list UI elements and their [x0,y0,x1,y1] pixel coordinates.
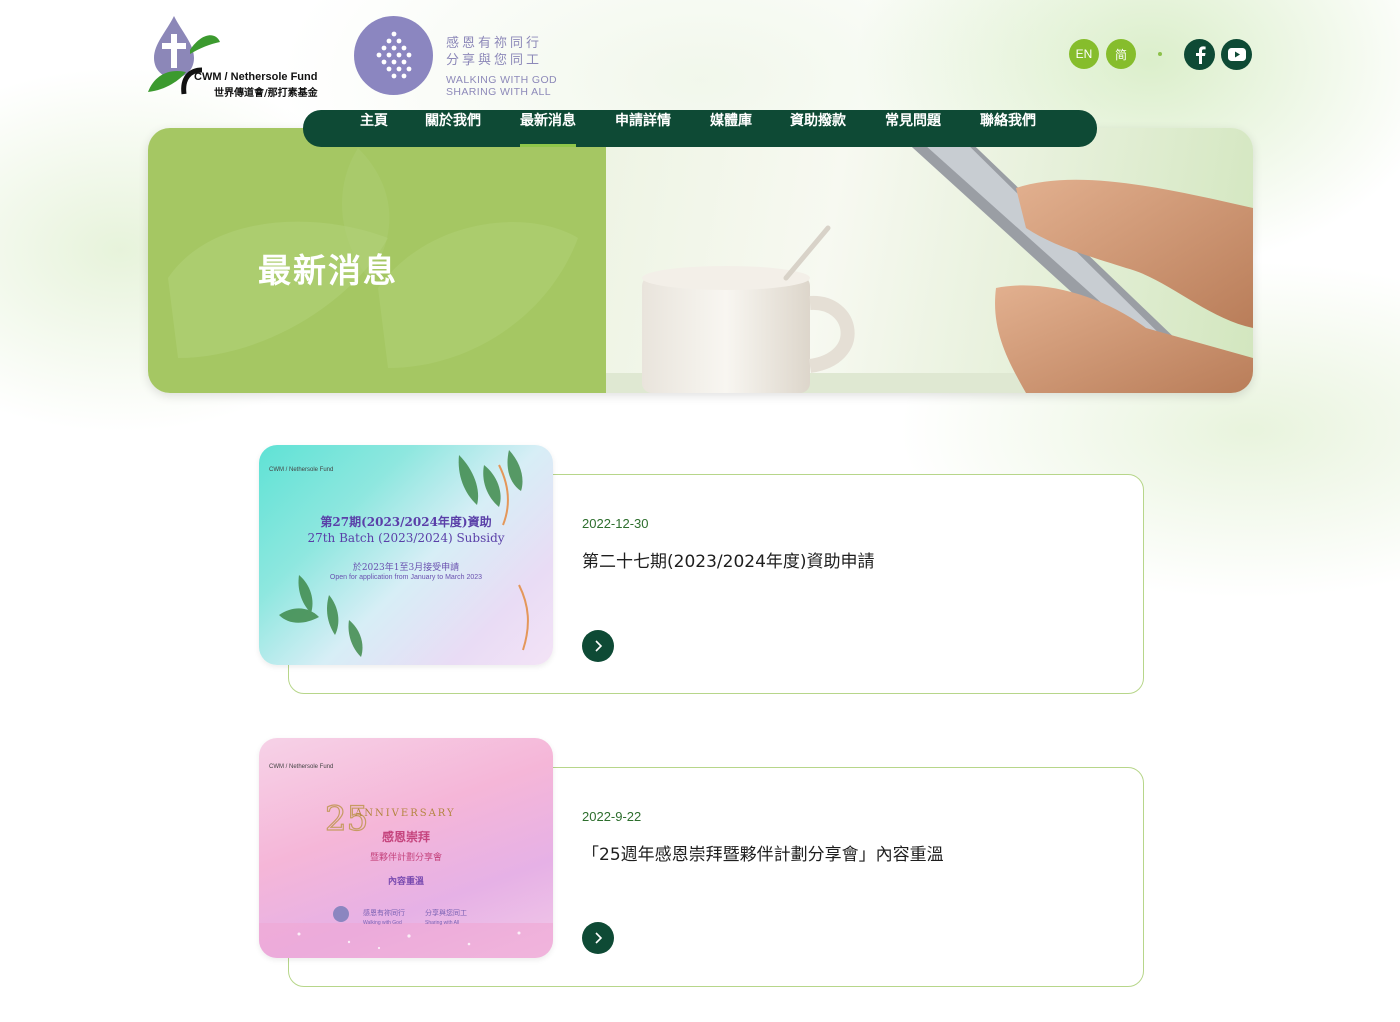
thumb-heading: 感恩崇拜 [381,830,430,844]
thumb-foot-en1: Walking with God [363,920,402,926]
main-nav: 主頁 關於我們 最新消息 申請詳情 媒體庫 資助撥款 常見問題 聯絡我們 [303,110,1097,147]
thumb-logo: CWM / Nethersole Fund [269,764,334,770]
thumb-foot-en2: Sharing with All [425,920,460,926]
nav-item-faq[interactable]: 常見問題 [885,110,941,147]
facebook-icon [1195,45,1206,64]
facebook-button[interactable] [1184,39,1215,70]
cwm-logo-zh: 世界傳道會/那打素基金 [214,88,318,99]
read-more-button[interactable] [582,630,614,662]
nav-item-grants[interactable]: 資助撥款 [790,110,846,147]
lang-en-button[interactable]: EN [1069,39,1099,69]
nav-item-contact[interactable]: 聯絡我們 [980,110,1036,147]
chevron-right-icon [595,932,603,944]
youtube-icon [1227,48,1246,61]
thumb-logo: CWM / Nethersole Fund [269,467,334,473]
walking-with-god-logo[interactable]: 感恩有祢同行 分享與您同工 WALKING WITH GOD SHARING W… [354,14,564,98]
page-title: 最新消息 [258,251,398,290]
thumb-subheading: 暨夥伴計劃分享會 [369,853,442,863]
lang-simplified-button[interactable]: 简 [1106,39,1136,69]
walking-logo-zh: 感恩有祢同行 分享與您同工 [446,36,543,68]
nav-item-about[interactable]: 關於我們 [425,110,481,147]
nav-item-news[interactable]: 最新消息 [520,110,576,147]
thumb-foot-zh2: 分享與您同工 [425,909,467,917]
news-thumbnail[interactable]: CWM / Nethersole Fund 第27期(2023/2024年度)資… [259,445,553,665]
thumb-heading-en: 27th Batch (2023/2024) Subsidy [307,531,505,545]
leaves-decoration-icon [279,450,529,657]
news-thumbnail[interactable]: 25 CWM / Nethersole Fund ANNIVERSARY 感恩崇… [259,738,553,958]
read-more-button[interactable] [582,922,614,954]
youtube-button[interactable] [1221,39,1252,70]
news-date: 2022-12-30 [582,516,649,531]
nav-item-home[interactable]: 主頁 [360,110,388,147]
drop-circle-icon [354,16,433,95]
nav-item-media[interactable]: 媒體庫 [710,110,752,147]
sparkle-decoration-icon: 25 [259,798,553,958]
nav-item-application[interactable]: 申請詳情 [615,110,671,147]
cwm-logo[interactable]: CWM / Nethersole Fund 世界傳道會/那打素基金 [146,14,336,99]
header-separator-dot [1158,52,1162,56]
news-title[interactable]: 「25週年感恩崇拜暨夥伴計劃分享會」內容重溫 [582,840,944,865]
news-title[interactable]: 第二十七期(2023/2024年度)資助申請 [582,547,875,572]
thumb-heading-zh: 第27期(2023/2024年度)資助 [320,515,492,529]
thumb-subline-en: Open for application from January to Mar… [329,574,483,581]
thumb-foot-zh1: 感恩有祢同行 [363,909,405,917]
thumb-anniversary: ANNIVERSARY [355,808,456,819]
page-banner: 最新消息 [148,128,1253,393]
coffee-tablet-image [606,128,1253,393]
news-date: 2022-9-22 [582,809,642,824]
banner-photo [606,128,1253,393]
thumb-subline-zh: 於2023年1至3月接受申請 [352,563,460,573]
walking-logo-en: WALKING WITH GOD SHARING WITH ALL [446,74,558,98]
chevron-right-icon [595,640,603,652]
cwm-logo-en: CWM / Nethersole Fund [194,71,318,83]
thumb-replay: 內容重溫 [387,877,424,887]
banner-green-panel: 最新消息 [148,128,606,393]
